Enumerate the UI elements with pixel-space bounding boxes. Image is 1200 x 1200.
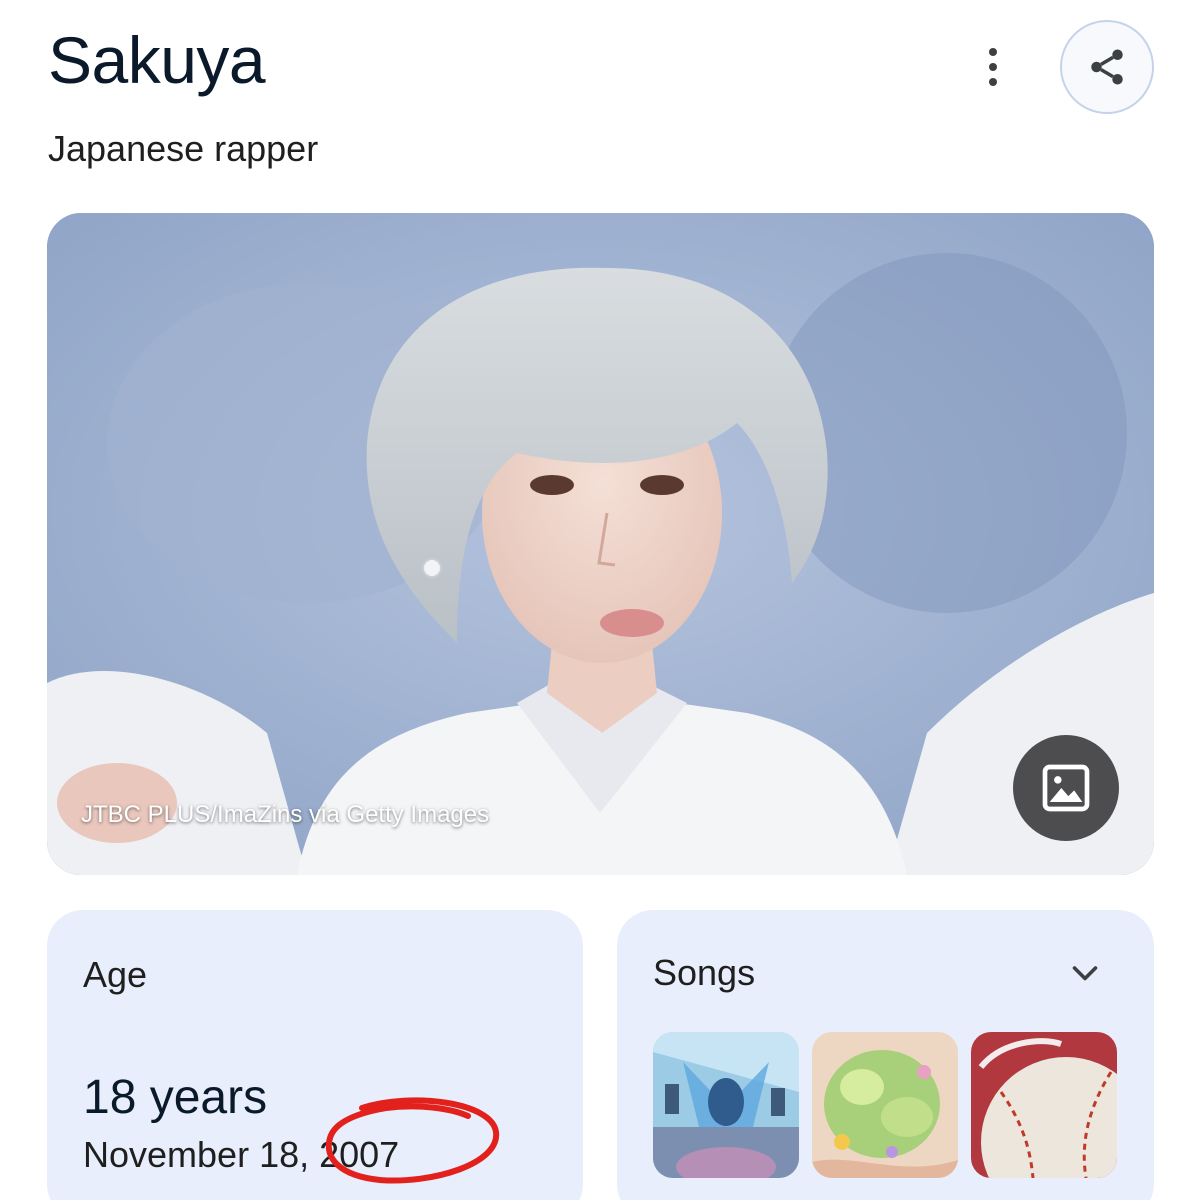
more-options-button[interactable] (970, 44, 1016, 90)
album-art-3 (971, 1032, 1117, 1178)
song-thumbnail-1[interactable] (653, 1032, 799, 1178)
page-title: Sakuya (48, 23, 266, 97)
album-art-2 (812, 1032, 958, 1178)
portrait-photo (47, 213, 1154, 875)
age-card[interactable]: Age 18 years November 18, 2007 (47, 910, 583, 1200)
age-value: 18 years (83, 1071, 268, 1124)
songs-label: Songs (653, 952, 756, 993)
chevron-down-icon (1072, 966, 1098, 981)
song-thumbnail-2[interactable] (812, 1032, 958, 1178)
share-icon (1091, 49, 1123, 85)
age-label: Age (83, 954, 148, 995)
expand-songs-button[interactable] (1061, 950, 1109, 998)
entity-subtitle: Japanese rapper (48, 128, 319, 169)
image-icon (1042, 764, 1090, 812)
hero-image[interactable]: JTBC PLUS/ImaZins via Getty Images (47, 213, 1154, 875)
image-credit: JTBC PLUS/ImaZins via Getty Images (81, 801, 490, 828)
songs-card[interactable]: Songs (617, 910, 1154, 1200)
hand-drawn-circle-annotation (325, 1097, 500, 1184)
share-button[interactable] (1060, 20, 1154, 114)
more-vert-icon (989, 48, 997, 56)
song-thumbnail-3[interactable] (971, 1032, 1117, 1178)
album-art-1 (653, 1032, 799, 1178)
view-images-button[interactable] (1013, 735, 1119, 841)
